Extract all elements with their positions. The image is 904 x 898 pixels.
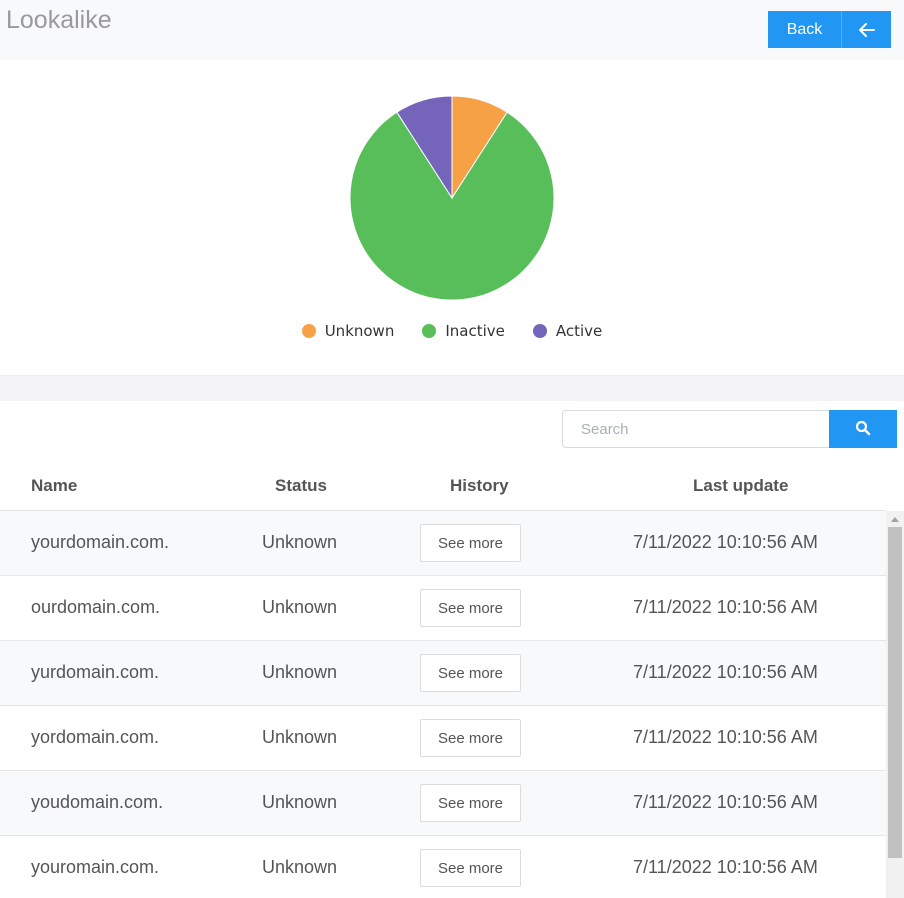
table-row: youromain.com. Unknown See more 7/11/202… [0,836,886,898]
domain-status: Unknown [262,597,338,617]
domain-status: Unknown [262,792,338,812]
last-update: 7/11/2022 10:10:56 AM [633,532,818,552]
last-update: 7/11/2022 10:10:56 AM [633,792,818,812]
column-header-history: History [450,476,509,495]
search-button[interactable] [829,410,897,448]
domain-status: Unknown [262,532,338,552]
domain-name: youdomain.com. [31,792,164,812]
last-update: 7/11/2022 10:10:56 AM [633,857,818,877]
search-bar [562,410,897,448]
domain-name: yourdomain.com. [31,532,170,552]
see-more-button[interactable]: See more [420,849,521,887]
back-button[interactable]: Back [768,11,891,48]
page-header: Lookalike Back [0,0,904,60]
see-more-button[interactable]: See more [420,589,521,627]
chart-legend: Unknown Inactive Active [0,322,904,340]
last-update: 7/11/2022 10:10:56 AM [633,727,818,747]
back-button-label: Back [786,20,823,38]
legend-item-inactive[interactable]: Inactive [422,322,505,340]
table-row: yordomain.com. Unknown See more 7/11/202… [0,706,886,771]
last-update: 7/11/2022 10:10:56 AM [633,662,818,682]
legend-item-unknown[interactable]: Unknown [301,322,395,340]
column-header-name: Name [31,476,78,495]
page-title: Lookalike [6,6,112,34]
domain-name: ourdomain.com. [31,597,161,617]
chevron-up-icon[interactable] [886,511,904,527]
pie-chart [349,95,555,301]
domain-table-body: yourdomain.com. Unknown See more 7/11/20… [0,511,886,898]
status-chart: Unknown Inactive Active [0,60,904,375]
see-more-button[interactable]: See more [420,654,521,692]
legend-dot [532,324,547,338]
table-header: Name Status History Last update [0,460,886,511]
column-header-last-update: Last update [693,476,789,495]
legend-label: Active [555,322,603,340]
domain-name: yordomain.com. [31,727,160,747]
legend-dot [422,324,437,338]
table-row: ourdomain.com. Unknown See more 7/11/202… [0,576,886,641]
domain-name: yurdomain.com. [31,662,160,682]
legend-label: Unknown [324,322,395,340]
column-header-status: Status [275,476,327,495]
legend-item-active[interactable]: Active [532,322,603,340]
search-icon [855,420,871,439]
legend-label: Inactive [445,322,505,340]
scrollbar-thumb[interactable] [888,527,902,858]
domain-status: Unknown [262,662,338,682]
search-input[interactable] [562,410,829,448]
domain-name: youromain.com. [31,857,160,877]
domain-status: Unknown [262,857,338,877]
see-more-button[interactable]: See more [420,784,521,822]
see-more-button[interactable]: See more [420,524,521,562]
table-scrollbar[interactable] [886,511,904,898]
section-divider [0,375,904,401]
see-more-button[interactable]: See more [420,719,521,757]
table-row: yurdomain.com. Unknown See more 7/11/202… [0,641,886,706]
legend-dot [301,324,316,338]
table-row: youdomain.com. Unknown See more 7/11/202… [0,771,886,836]
arrow-left-icon [841,11,891,48]
table-row: yourdomain.com. Unknown See more 7/11/20… [0,511,886,576]
domain-status: Unknown [262,727,338,747]
last-update: 7/11/2022 10:10:56 AM [633,597,818,617]
